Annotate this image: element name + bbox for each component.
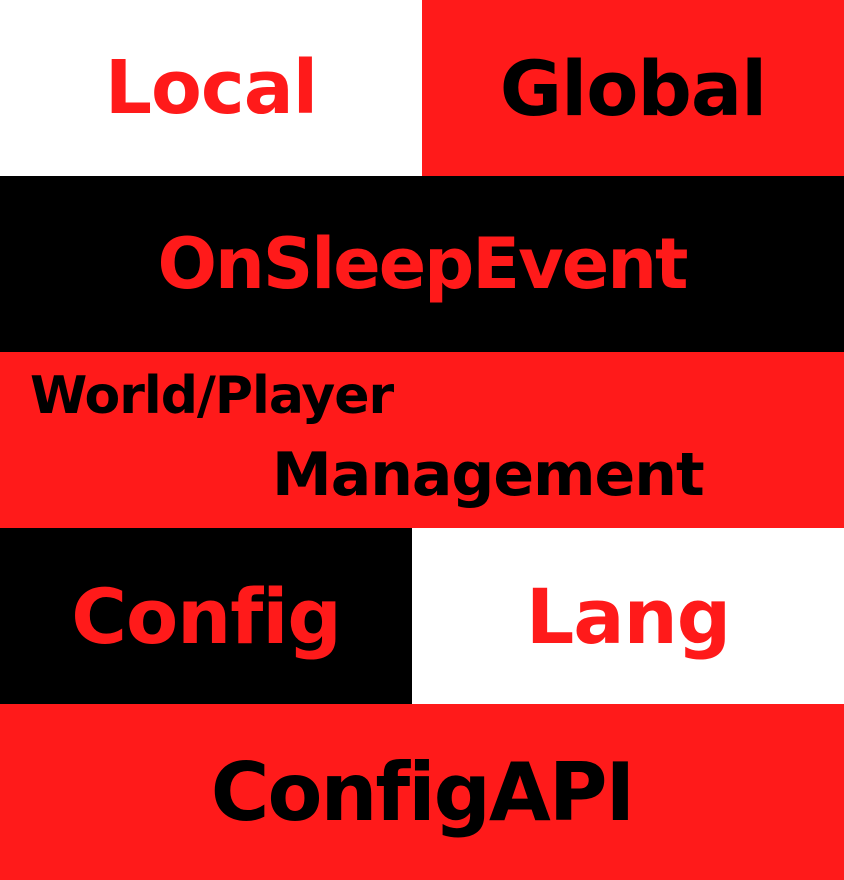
global-block: Global bbox=[422, 0, 844, 176]
config-api-label: ConfigAPI bbox=[210, 745, 635, 839]
config-block: Config bbox=[0, 528, 412, 704]
lang-label: Lang bbox=[525, 571, 731, 661]
global-label: Global bbox=[499, 43, 767, 133]
local-label: Local bbox=[104, 45, 318, 131]
management-label: Management bbox=[272, 440, 705, 510]
local-block: Local bbox=[0, 0, 422, 176]
on-sleep-event-label: OnSleepEvent bbox=[157, 223, 688, 305]
world-player-label: World/Player bbox=[30, 366, 394, 426]
lang-block: Lang bbox=[412, 528, 844, 704]
on-sleep-event-block: OnSleepEvent bbox=[0, 176, 844, 352]
config-api-block: ConfigAPI bbox=[0, 704, 844, 880]
config-label: Config bbox=[71, 571, 342, 661]
world-player-management-block: World/Player Management bbox=[0, 352, 844, 528]
feature-poster: Local Global OnSleepEvent World/Player M… bbox=[0, 0, 844, 880]
